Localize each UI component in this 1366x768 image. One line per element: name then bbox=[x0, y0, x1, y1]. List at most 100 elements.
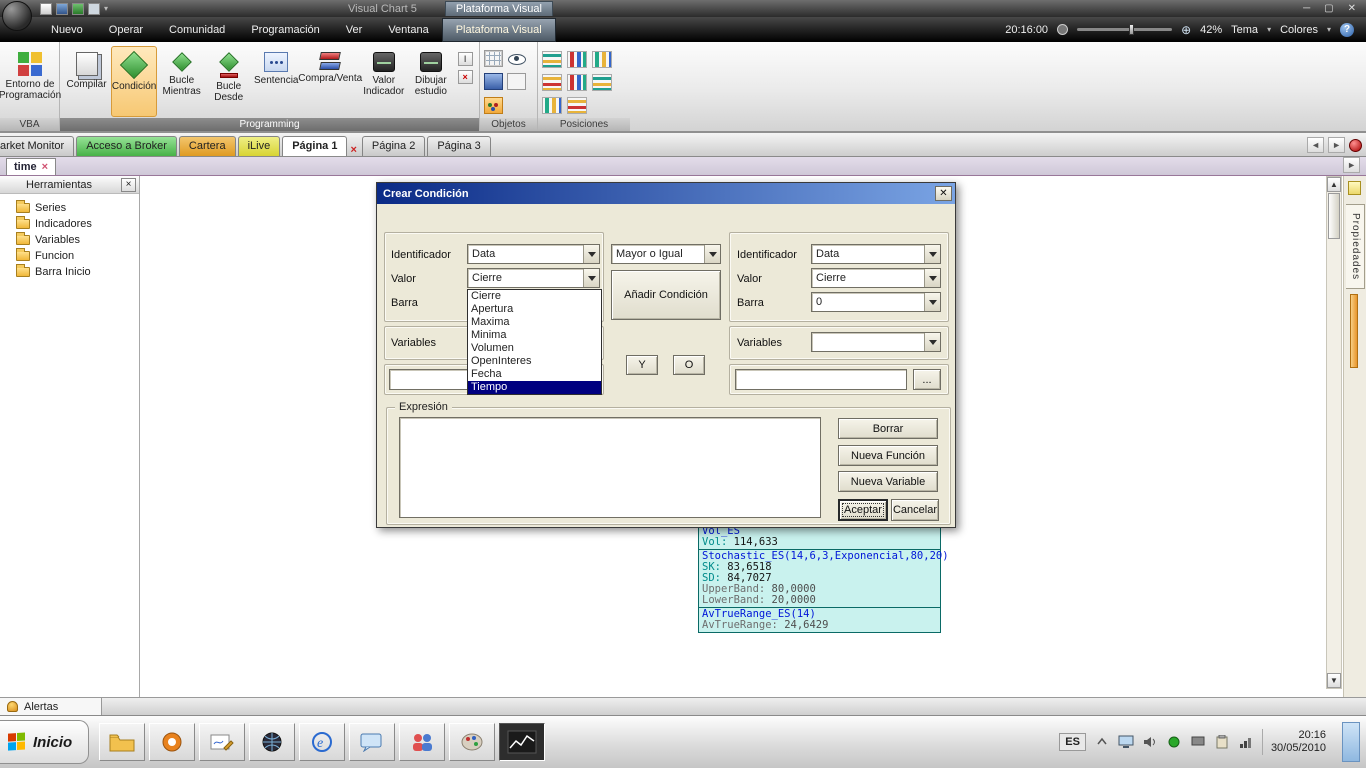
cancelar-button[interactable]: Cancelar bbox=[891, 499, 939, 521]
grid-icon[interactable] bbox=[88, 3, 100, 15]
condicion-button[interactable]: Condición bbox=[111, 46, 157, 117]
close-icon[interactable]: ✕ bbox=[1348, 3, 1356, 14]
folder-icon[interactable] bbox=[99, 723, 145, 761]
panel-close-icon[interactable]: × bbox=[121, 178, 136, 192]
chevron-down-icon[interactable] bbox=[924, 293, 940, 311]
inicio-button[interactable]: Inicio bbox=[0, 720, 89, 764]
tab-scroll-left-icon[interactable]: ◄ bbox=[1307, 137, 1324, 153]
dropdown-option-maxima[interactable]: Maxima bbox=[468, 316, 601, 329]
tree-item-barra-inicio[interactable]: Barra Inicio bbox=[0, 264, 139, 280]
tab-cartera[interactable]: Cartera bbox=[179, 136, 236, 156]
propiedades-tab[interactable]: Propiedades bbox=[1346, 204, 1365, 289]
nueva-funcion-button[interactable]: Nueva Función bbox=[838, 445, 938, 466]
compilar-button[interactable]: Compilar bbox=[64, 46, 109, 117]
tab-scroll-right-icon[interactable]: ► bbox=[1328, 137, 1345, 153]
menu-comunidad[interactable]: Comunidad bbox=[156, 19, 238, 41]
signal-icon[interactable] bbox=[1238, 734, 1254, 750]
chart-icon[interactable] bbox=[72, 3, 84, 15]
chart-app-icon[interactable] bbox=[499, 723, 545, 761]
barra-select-right[interactable]: 0 bbox=[811, 292, 941, 312]
dibujar-estudio-button[interactable]: Dibujar estudio bbox=[408, 46, 453, 117]
arrow-up-tray-icon[interactable] bbox=[1094, 734, 1110, 750]
tab-ilive[interactable]: iLive bbox=[238, 136, 281, 156]
tab-pagina-2[interactable]: Página 2 bbox=[362, 136, 425, 156]
posiciones-icon-8[interactable] bbox=[567, 97, 587, 114]
tray-clock[interactable]: 20:16 30/05/2010 bbox=[1262, 729, 1334, 755]
menu-plataforma-visual[interactable]: Plataforma Visual bbox=[442, 18, 556, 42]
tree-item-variables[interactable]: Variables bbox=[0, 232, 139, 248]
posiciones-icon-7[interactable] bbox=[542, 97, 562, 114]
clipboard-icon[interactable] bbox=[1214, 734, 1230, 750]
dialog-titlebar[interactable]: Crear Condición ✕ bbox=[377, 183, 955, 204]
y-button[interactable]: Y bbox=[626, 355, 658, 375]
table-grid-icon[interactable] bbox=[484, 50, 503, 67]
colores-chevron-icon[interactable]: ▾ bbox=[1327, 25, 1331, 34]
menu-nuevo[interactable]: Nuevo bbox=[38, 19, 96, 41]
dropdown-option-fecha[interactable]: Fecha bbox=[468, 368, 601, 381]
menu-programacion[interactable]: Programación bbox=[238, 19, 332, 41]
titlebar-doc-tab[interactable]: Plataforma Visual bbox=[445, 1, 553, 16]
object-icon[interactable] bbox=[507, 73, 526, 90]
window-object-icon[interactable] bbox=[484, 73, 503, 90]
dropdown-option-apertura[interactable]: Apertura bbox=[468, 303, 601, 316]
signature-icon[interactable] bbox=[199, 723, 245, 761]
tema-menu[interactable]: Tema bbox=[1231, 24, 1258, 36]
tab-close-icon[interactable]: × bbox=[348, 140, 360, 156]
anadir-condicion-button[interactable]: Añadir Condición bbox=[611, 270, 721, 320]
help-icon[interactable]: ? bbox=[1340, 23, 1354, 37]
posiciones-icon-2[interactable] bbox=[567, 51, 587, 68]
tab-pagina-1[interactable]: Página 1 bbox=[282, 136, 347, 156]
palette-object-icon[interactable] bbox=[484, 97, 503, 114]
menu-ver[interactable]: Ver bbox=[333, 19, 376, 41]
compra-venta-button[interactable]: Compra/Venta bbox=[301, 46, 359, 117]
network-icon[interactable] bbox=[249, 723, 295, 761]
dropdown-option-tiempo[interactable]: Tiempo bbox=[468, 381, 601, 394]
identificador-select-left[interactable]: Data bbox=[467, 244, 600, 264]
menu-operar[interactable]: Operar bbox=[96, 19, 156, 41]
media-player-icon[interactable] bbox=[149, 723, 195, 761]
right-expression-field[interactable] bbox=[735, 369, 907, 390]
o-button[interactable]: O bbox=[673, 355, 705, 375]
app-menu-orb-icon[interactable] bbox=[2, 1, 32, 31]
bucle-desde-button[interactable]: Bucle Desde bbox=[206, 46, 251, 117]
tab-acceso-broker[interactable]: Acceso a Broker bbox=[76, 136, 177, 156]
text-cursor-icon[interactable]: I bbox=[458, 52, 473, 66]
chevron-down-icon[interactable] bbox=[583, 269, 599, 287]
tree-item-series[interactable]: Series bbox=[0, 200, 139, 216]
dropdown-option-openinteres[interactable]: OpenInteres bbox=[468, 355, 601, 368]
zoom-slider[interactable] bbox=[1077, 28, 1172, 31]
posiciones-icon-1[interactable] bbox=[542, 51, 562, 68]
valor-select-right[interactable]: Cierre bbox=[811, 268, 941, 288]
vertical-scrollbar[interactable]: ▲ ▼ bbox=[1326, 176, 1342, 689]
posiciones-icon-5[interactable] bbox=[567, 74, 587, 91]
bucle-mientras-button[interactable]: Bucle Mientras bbox=[159, 46, 204, 117]
scrollbar-thumb[interactable] bbox=[1328, 193, 1340, 239]
qat-customize-icon[interactable]: ▾ bbox=[104, 4, 108, 13]
zoom-slider-thumb[interactable] bbox=[1129, 24, 1134, 35]
chevron-down-icon[interactable] bbox=[924, 269, 940, 287]
dropdown-option-minima[interactable]: Minima bbox=[468, 329, 601, 342]
users-icon[interactable] bbox=[399, 723, 445, 761]
delete-icon[interactable]: × bbox=[458, 70, 473, 84]
colores-menu[interactable]: Colores bbox=[1280, 24, 1318, 36]
alertas-tab[interactable]: Alertas bbox=[0, 698, 102, 715]
posiciones-icon-4[interactable] bbox=[542, 74, 562, 91]
expresion-textarea[interactable] bbox=[399, 417, 821, 518]
chevron-down-icon[interactable] bbox=[583, 245, 599, 263]
chevron-down-icon[interactable] bbox=[924, 245, 940, 263]
scroll-up-icon[interactable]: ▲ bbox=[1327, 177, 1341, 192]
eye-icon[interactable] bbox=[507, 50, 526, 67]
aceptar-button[interactable]: Aceptar bbox=[838, 499, 888, 521]
dropdown-option-cierre[interactable]: Cierre bbox=[468, 290, 601, 303]
tab-market-monitor[interactable]: arket Monitor bbox=[0, 136, 74, 156]
doc-scroll-right-icon[interactable]: ► bbox=[1343, 157, 1360, 173]
chevron-down-icon[interactable] bbox=[704, 245, 720, 263]
operator-select[interactable]: Mayor o Igual bbox=[611, 244, 721, 264]
menu-ventana[interactable]: Ventana bbox=[375, 19, 441, 41]
paint-icon[interactable] bbox=[449, 723, 495, 761]
tree-item-funcion[interactable]: Funcion bbox=[0, 248, 139, 264]
tree-item-indicadores[interactable]: Indicadores bbox=[0, 216, 139, 232]
borrar-button[interactable]: Borrar bbox=[838, 418, 938, 439]
language-indicator[interactable]: ES bbox=[1059, 733, 1086, 751]
sentencia-button[interactable]: Sentencia bbox=[253, 46, 299, 117]
